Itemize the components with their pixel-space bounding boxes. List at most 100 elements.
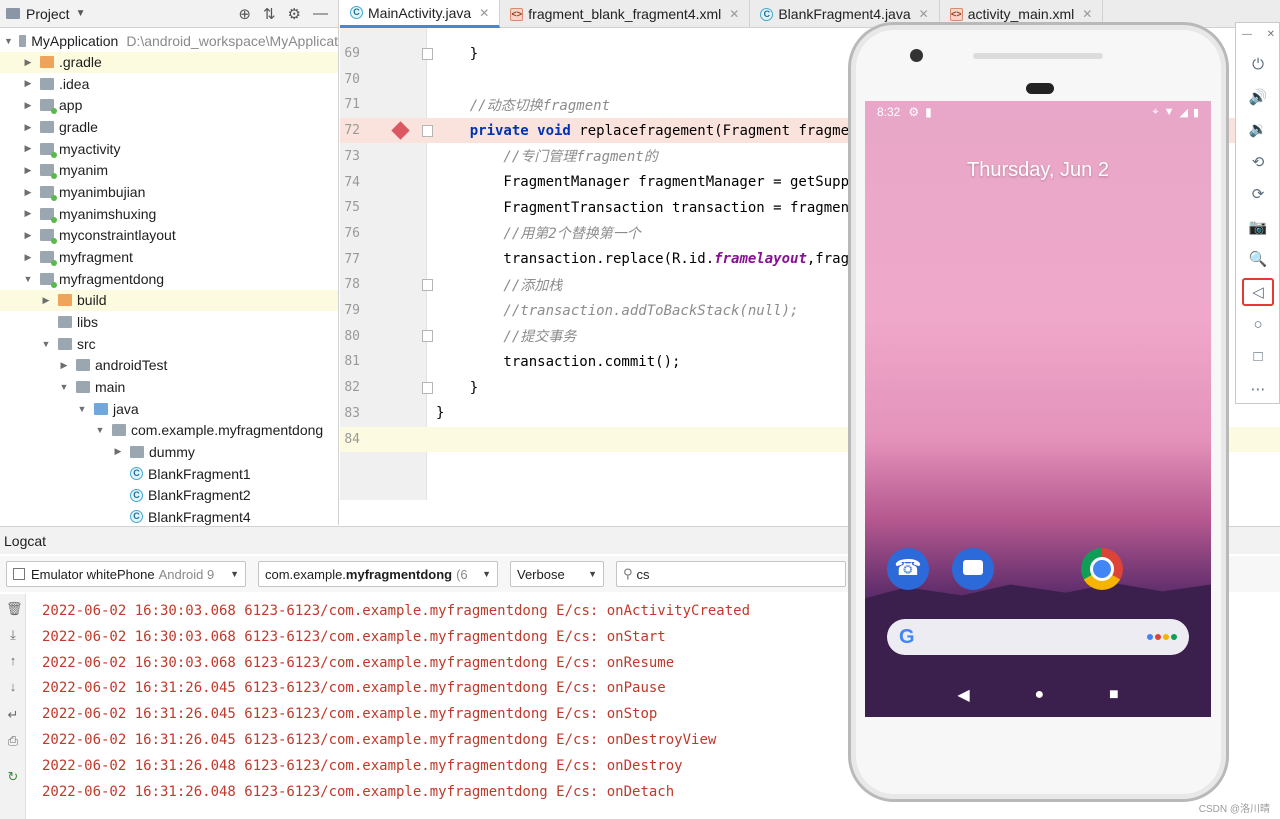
tree-item[interactable]: ▼ main: [0, 376, 338, 397]
nav-home-icon[interactable]: ●: [1034, 686, 1044, 704]
assistant-icon[interactable]: [1147, 634, 1177, 640]
project-header[interactable]: Project ▼ ⊕ ⇅ ⚙ —: [0, 0, 338, 28]
expand-right-icon[interactable]: ▶: [22, 122, 34, 133]
tree-item[interactable]: ▶ .idea: [0, 73, 338, 94]
volume-down-icon[interactable]: 🔉: [1242, 115, 1274, 143]
tree-item[interactable]: ▶ app: [0, 95, 338, 116]
expand-right-icon[interactable]: ▶: [22, 100, 34, 111]
arrow-up-icon[interactable]: ↑: [6, 654, 20, 668]
close-icon[interactable]: ✕: [1267, 29, 1275, 40]
overview-icon[interactable]: □: [1242, 343, 1274, 371]
tree-item[interactable]: ▶ myfragment: [0, 247, 338, 268]
tree-item[interactable]: ▶ myanim: [0, 160, 338, 181]
expand-down-icon[interactable]: ▼: [94, 425, 106, 435]
expand-down-icon[interactable]: ▼: [58, 382, 70, 392]
expand-right-icon[interactable]: ▶: [112, 446, 124, 457]
fold-marker-icon[interactable]: [422, 381, 433, 394]
fold-marker-icon[interactable]: [422, 330, 433, 343]
tree-item[interactable]: ▶ myanimshuxing: [0, 203, 338, 224]
tree-item[interactable]: ▼ com.example.myfragmentdong: [0, 420, 338, 441]
expand-right-icon[interactable]: ▶: [22, 143, 34, 154]
emulator-toolbar: — ✕ ⏻ 🔊 🔉 ⟲ ⟳ 📷 🔍 ◁ ○ □ ⋯: [1235, 22, 1280, 404]
more-icon[interactable]: ⋯: [1242, 375, 1274, 403]
restart-icon[interactable]: ↻: [6, 770, 20, 784]
logcat-search-input[interactable]: ⚲ cs: [616, 561, 846, 587]
scroll-to-end-icon[interactable]: ⤓: [6, 628, 20, 642]
device-select[interactable]: Emulator whitePhone Android 9 ▼: [6, 561, 246, 587]
trash-icon[interactable]: 🗑: [6, 602, 23, 616]
minimize-icon[interactable]: —: [1242, 29, 1252, 40]
phone-app-icon[interactable]: [887, 548, 929, 590]
tree-item[interactable]: C BlankFragment1: [0, 463, 338, 484]
log-line: 2022-06-02 16:31:26.045 6123-6123/com.ex…: [42, 706, 658, 723]
expand-right-icon[interactable]: ▶: [22, 165, 34, 176]
tree-item[interactable]: C BlankFragment4: [0, 506, 338, 525]
zoom-icon[interactable]: 🔍: [1242, 245, 1274, 273]
print-icon[interactable]: ⎙: [6, 734, 20, 748]
expand-right-icon[interactable]: ▶: [22, 187, 34, 198]
camera-icon[interactable]: 📷: [1242, 213, 1274, 241]
tree-item[interactable]: ▼ myfragmentdong: [0, 268, 338, 289]
soft-wrap-icon[interactable]: ↵: [6, 708, 20, 722]
tree-item[interactable]: ▶ myanimbujian: [0, 182, 338, 203]
chevron-down-icon: ▼: [230, 569, 239, 579]
fold-marker-icon[interactable]: [422, 278, 433, 291]
close-icon[interactable]: ✕: [479, 6, 489, 20]
arrow-down-icon[interactable]: ↓: [6, 680, 20, 694]
package-select[interactable]: com.example. myfragmentdong (6 ▼: [258, 561, 498, 587]
close-icon[interactable]: ✕: [1082, 7, 1092, 21]
tree-item[interactable]: ▶ dummy: [0, 441, 338, 462]
chrome-app-icon[interactable]: [1081, 548, 1123, 590]
rotate-left-icon[interactable]: ⟲: [1242, 148, 1274, 176]
tree-item[interactable]: ▼ src: [0, 333, 338, 354]
expand-right-icon[interactable]: ▶: [22, 208, 34, 219]
log-level-select[interactable]: Verbose ▼: [510, 561, 604, 587]
expand-right-icon[interactable]: ▶: [22, 78, 34, 89]
expand-right-icon[interactable]: ▶: [22, 230, 34, 241]
tree-item[interactable]: C BlankFragment2: [0, 485, 338, 506]
tree-item[interactable]: ▶ myactivity: [0, 138, 338, 159]
volume-up-icon[interactable]: 🔊: [1242, 83, 1274, 111]
tree-item[interactable]: ▶ build: [0, 289, 338, 311]
expand-right-icon[interactable]: ▶: [40, 295, 52, 306]
messages-app-icon[interactable]: [952, 548, 994, 590]
phone-screen[interactable]: 8:32 ⚙ ▮ ⌖ ▼ ◢ ▮ Thursday, Jun 2 G ◀ ● ■: [865, 101, 1211, 717]
tree-item[interactable]: ▶ gradle: [0, 117, 338, 138]
tree-item[interactable]: ▼ MyApplication D:\android_workspace\MyApp…: [0, 30, 338, 51]
close-icon[interactable]: ✕: [919, 7, 929, 21]
nav-recents-icon[interactable]: ■: [1109, 686, 1119, 704]
fold-marker-icon[interactable]: [422, 47, 433, 60]
collapse-icon[interactable]: ⇅: [263, 5, 276, 23]
expand-right-icon[interactable]: ▶: [22, 252, 34, 263]
editor-tab[interactable]: <> fragment_blank_fragment4.xml ✕: [500, 0, 751, 28]
nav-back-icon[interactable]: ◀: [957, 685, 969, 705]
code-text: //添加栈: [436, 275, 562, 295]
expand-down-icon[interactable]: ▼: [40, 339, 52, 349]
tree-item[interactable]: ▶ .gradle: [0, 51, 338, 73]
google-g-icon: G: [899, 625, 915, 648]
expand-right-icon[interactable]: ▶: [22, 57, 34, 68]
chevron-down-icon[interactable]: ▼: [76, 8, 86, 19]
tree-item[interactable]: ▼ java: [0, 398, 338, 419]
tree-item[interactable]: ▶ androidTest: [0, 355, 338, 376]
expand-down-icon[interactable]: ▼: [4, 36, 13, 46]
close-icon[interactable]: ✕: [729, 7, 739, 21]
tree-item[interactable]: libs: [0, 311, 338, 332]
google-search-bar[interactable]: G: [887, 619, 1189, 655]
expand-right-icon[interactable]: ▶: [58, 360, 70, 371]
rotate-right-icon[interactable]: ⟳: [1242, 180, 1274, 208]
back-icon[interactable]: ◁: [1242, 277, 1274, 306]
home-icon[interactable]: ○: [1242, 310, 1274, 338]
tree-item[interactable]: ▶ myconstraintlayout: [0, 225, 338, 246]
fold-marker-icon[interactable]: [422, 124, 433, 137]
device-icon: [13, 568, 25, 580]
locate-icon[interactable]: ⊕: [238, 5, 251, 23]
module-icon: [40, 272, 57, 288]
tree-item-label: myfragment: [59, 249, 133, 265]
editor-tab[interactable]: C MainActivity.java ✕: [340, 0, 501, 28]
expand-down-icon[interactable]: ▼: [76, 404, 88, 414]
expand-down-icon[interactable]: ▼: [22, 274, 34, 284]
gear-icon[interactable]: ⚙: [288, 5, 301, 23]
power-icon[interactable]: ⏻: [1242, 50, 1274, 78]
minimize-icon[interactable]: —: [313, 5, 328, 23]
